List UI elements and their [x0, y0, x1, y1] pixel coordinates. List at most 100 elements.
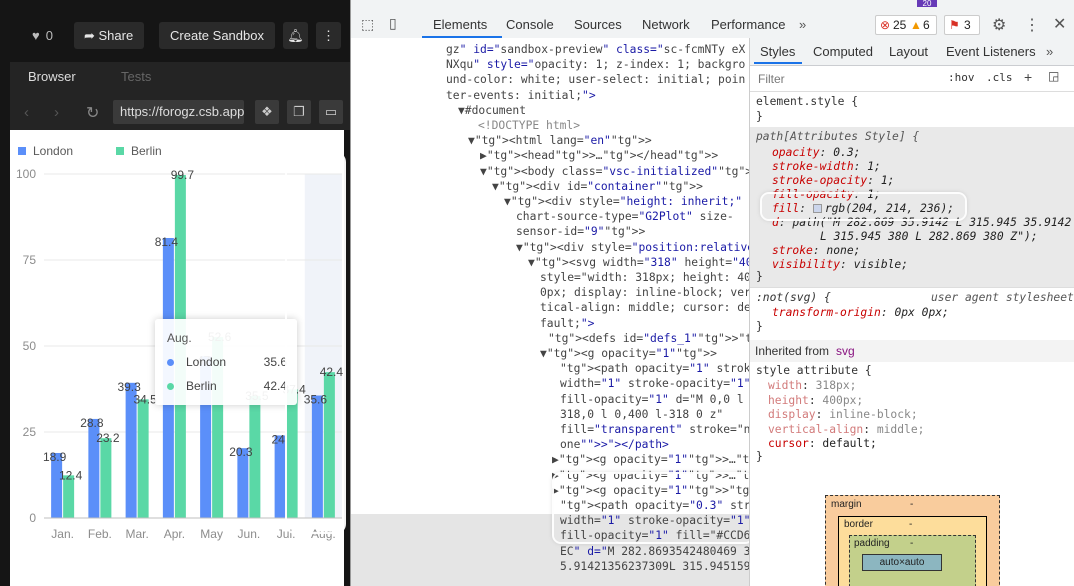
- inspect-element-icon[interactable]: ⬚: [361, 16, 374, 33]
- dom-node-line[interactable]: <!DOCTYPE html>: [478, 118, 580, 133]
- like-button[interactable]: ♥ 0: [32, 22, 53, 49]
- rule-property[interactable]: stroke: none;: [772, 244, 860, 257]
- dom-node-line[interactable]: ▼"tg"><div style="height: inherit;" data…: [504, 194, 749, 209]
- rule-property[interactable]: height: 400px;: [768, 394, 863, 407]
- close-icon[interactable]: ✕: [1053, 14, 1066, 34]
- more-tabs-button[interactable]: »: [1046, 44, 1053, 59]
- color-swatch[interactable]: [812, 204, 822, 213]
- dom-node-line[interactable]: EC" d="M 282.8693542480469 3: [560, 544, 749, 559]
- dom-node-line[interactable]: ▼"tg"><body class="vsc-initialized""tg">…: [480, 164, 749, 179]
- dom-node-line[interactable]: 0px; display: inline-block; ver: [540, 285, 749, 300]
- new-rule-icon[interactable]: ◲: [1048, 69, 1059, 83]
- rule-property[interactable]: opacity: 0.3;: [772, 146, 860, 159]
- layout-icon[interactable]: ▭: [319, 100, 343, 124]
- tab-styles[interactable]: Styles: [760, 44, 795, 59]
- filter-input[interactable]: Filter: [758, 72, 785, 86]
- rule-property[interactable]: stroke-width: 1;: [772, 160, 881, 173]
- rule-property[interactable]: vertical-align: middle;: [768, 423, 924, 436]
- class-toggle-button[interactable]: .cls: [986, 71, 1013, 84]
- hover-state-button[interactable]: :hov: [948, 71, 975, 84]
- inherited-tag-link[interactable]: svg: [836, 344, 855, 358]
- dom-node-line[interactable]: ▶"tg"><head"tg">>…"tg"></head"tg">>: [480, 148, 718, 163]
- more-tabs-button[interactable]: »: [799, 17, 806, 32]
- y-tick-label: 75: [23, 253, 37, 267]
- tab-sources[interactable]: Sources: [574, 17, 622, 32]
- error-warning-counter[interactable]: ⊗ 25 ▲ 6: [875, 15, 937, 35]
- dom-node-line[interactable]: ter-events: initial;">: [446, 88, 596, 103]
- dom-node-line[interactable]: tical-align: middle; cursor: de: [540, 300, 749, 315]
- forward-arrow-icon[interactable]: ›: [54, 104, 59, 121]
- dom-node-line[interactable]: "tg"><defs id="defs_1""tg">>"tg"></defs"…: [548, 331, 749, 346]
- device-toolbar-icon[interactable]: ▯: [389, 15, 397, 32]
- back-arrow-icon[interactable]: ‹: [24, 104, 29, 121]
- rule-selector: style attribute {: [756, 364, 872, 377]
- y-tick-label: 0: [29, 511, 36, 525]
- legend-label: Berlin: [131, 144, 162, 158]
- dom-node-line[interactable]: width="1" stroke-opacity="1": [560, 376, 749, 391]
- dom-tree[interactable]: gz" id="sandbox-preview" class="sc-fcmNT…: [351, 38, 749, 586]
- dom-node-line[interactable]: ▶"tg"><g opacity="1""tg">>"tg"></g"tg">>: [552, 483, 749, 498]
- dom-node-line[interactable]: ▶"tg"><g opacity="1""tg">>…"tg"></g"tg">…: [552, 468, 749, 483]
- dom-node-line[interactable]: und-color: white; user-select: initial; …: [446, 72, 745, 87]
- rule-selector: :not(svg) {: [756, 291, 831, 304]
- tab-event-listeners[interactable]: Event Listeners: [946, 44, 1036, 59]
- data-label: 12.4: [59, 468, 83, 482]
- tab-computed[interactable]: Computed: [813, 44, 873, 59]
- dom-node-line[interactable]: ▼"tg"><g opacity="1""tg">>: [540, 346, 717, 361]
- dom-node-line[interactable]: 318,0 l 0,400 l-318 0 z": [560, 407, 723, 422]
- tab-layout[interactable]: Layout: [889, 44, 928, 59]
- tab-console[interactable]: Console: [506, 17, 554, 32]
- dom-node-line[interactable]: gz" id="sandbox-preview" class="sc-fcmNT…: [446, 42, 745, 57]
- rule-property[interactable]: fill: rgb(204, 214, 236);: [772, 202, 954, 215]
- rule-property[interactable]: display: inline-block;: [768, 408, 918, 421]
- gear-icon[interactable]: ⚙: [992, 15, 1006, 35]
- dom-node-line[interactable]: NXqu" style="opacity: 1; z-index: 1; bac…: [446, 57, 745, 72]
- tab-elements[interactable]: Elements: [433, 17, 487, 32]
- dom-node-line[interactable]: "tg"><path opacity="1" stroke-: [560, 361, 749, 376]
- dom-node-line[interactable]: 5.91421356237309L 315.945159: [560, 559, 749, 574]
- dom-node-line[interactable]: fill-opacity="1" d="M 0,0 l: [560, 392, 744, 407]
- notifications-button[interactable]: 🔔︎: [283, 22, 308, 49]
- dom-node-line[interactable]: style="width: 318px; height: 40: [540, 270, 749, 285]
- create-sandbox-button[interactable]: Create Sandbox: [159, 22, 275, 49]
- reload-icon[interactable]: ↻: [86, 103, 99, 123]
- warning-icon: ▲: [910, 18, 922, 32]
- tab-browser[interactable]: Browser: [28, 69, 76, 84]
- dom-node-line[interactable]: one"">>"></path>: [560, 437, 669, 452]
- tab-performance[interactable]: Performance: [711, 17, 785, 32]
- dom-node-line[interactable]: ▼"tg"><div style="position:relative;""tg…: [516, 240, 749, 255]
- dom-node-line[interactable]: ▼"tg"><div id="container""tg">>: [492, 179, 703, 194]
- tab-tests[interactable]: Tests: [121, 69, 151, 84]
- bar: [311, 395, 323, 518]
- dom-node-line[interactable]: chart-source-type="G2Plot" size-: [516, 209, 734, 224]
- rule-property[interactable]: visibility: visible;: [772, 258, 908, 271]
- dom-node-line[interactable]: fill-opacity="1" fill="#CCD6: [560, 528, 749, 543]
- dom-node-line[interactable]: width="1" stroke-opacity="1": [560, 513, 749, 528]
- rule-property[interactable]: L 315.945 380 L 282.869 380 Z");: [820, 230, 1038, 243]
- x-tick-label: Apr.: [164, 527, 185, 541]
- dom-node-line[interactable]: ▼"tg"><svg width="318" height="400": [528, 255, 749, 270]
- rule-property[interactable]: cursor: default;: [768, 437, 877, 450]
- url-input[interactable]: https://forogz.csb.app: [113, 100, 244, 124]
- dom-node-line[interactable]: ▼#document: [458, 103, 526, 118]
- dom-node-line[interactable]: "tg"><path opacity="0.3" stroke-: [560, 498, 749, 513]
- more-menu-button[interactable]: ⋮: [316, 22, 341, 49]
- open-window-icon[interactable]: ❐: [287, 100, 311, 124]
- rule-property[interactable]: width: 318px;: [768, 379, 856, 392]
- project-view-icon[interactable]: ❖: [255, 100, 279, 124]
- london-dot-icon: [167, 359, 174, 366]
- tab-network[interactable]: Network: [642, 17, 690, 32]
- rule-property[interactable]: d: path("M 282.869 35.9142 L 315.945 35.…: [772, 216, 1071, 229]
- issues-counter[interactable]: ⚑ 3: [944, 15, 980, 35]
- dom-node-line[interactable]: fault;">: [540, 316, 594, 331]
- share-button[interactable]: ➦ Share: [74, 22, 144, 49]
- dom-node-line[interactable]: ▼"tg"><html lang="en""tg">>: [468, 133, 652, 148]
- rule-close: }: [756, 110, 763, 123]
- kebab-icon[interactable]: ⋮: [1024, 15, 1040, 35]
- plus-icon[interactable]: +: [1024, 69, 1032, 85]
- dom-node-line[interactable]: fill="transparent" stroke="n: [560, 422, 749, 437]
- dom-node-line[interactable]: sensor-id="9""tg">>: [516, 224, 645, 239]
- dom-node-line[interactable]: ▶"tg"><g opacity="1""tg">>…"tg"></g"tg">…: [552, 452, 749, 467]
- rule-property[interactable]: stroke-opacity: 1;: [772, 174, 894, 187]
- rule-property[interactable]: fill-opacity: 1;: [772, 188, 881, 201]
